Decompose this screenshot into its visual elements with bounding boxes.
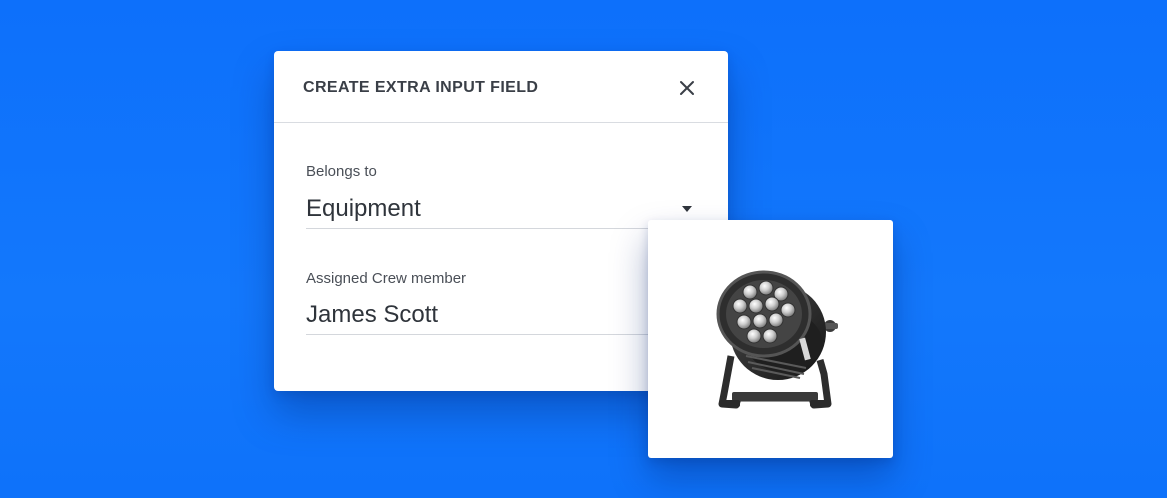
close-button[interactable] — [676, 77, 698, 99]
assigned-crew-input[interactable]: James Scott — [306, 301, 438, 329]
close-icon — [680, 81, 694, 95]
led-par-light-image — [716, 270, 838, 409]
assigned-crew-label: Assigned Crew member — [306, 270, 467, 287]
belongs-to-underline — [306, 228, 696, 229]
belongs-to-label: Belongs to — [306, 163, 377, 180]
belongs-to-value: Equipment — [306, 195, 421, 222]
caret-down-icon — [682, 206, 692, 212]
dialog-title: CREATE EXTRA INPUT FIELD — [303, 79, 539, 96]
equipment-image-card[interactable] — [648, 220, 893, 458]
dialog-header: CREATE EXTRA INPUT FIELD — [274, 51, 728, 123]
assigned-crew-underline — [306, 334, 651, 335]
